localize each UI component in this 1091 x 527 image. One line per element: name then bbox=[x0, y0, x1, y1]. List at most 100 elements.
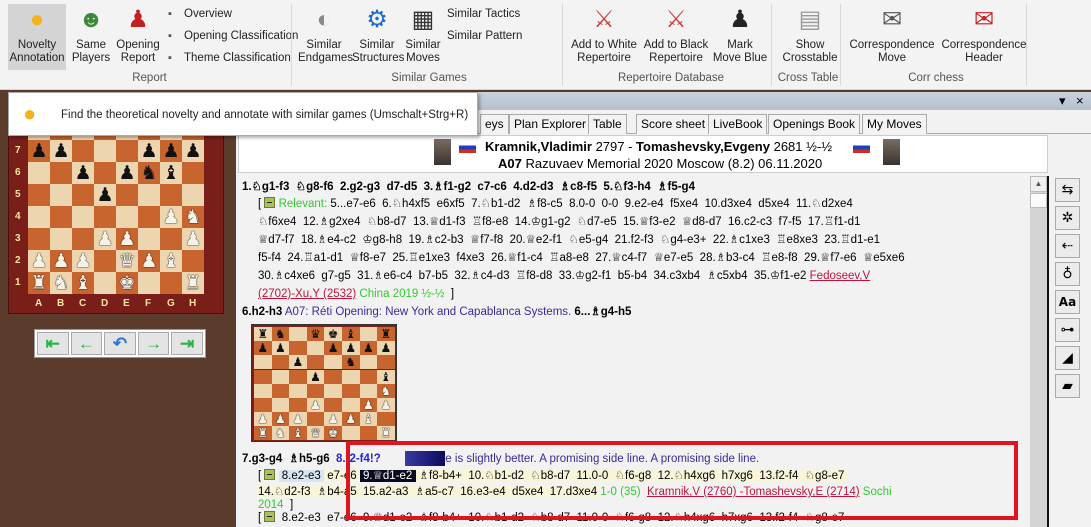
square[interactable] bbox=[254, 383, 272, 398]
white-pawn-icon[interactable]: ♟ bbox=[160, 206, 182, 228]
ribbon-button-show-crosstable[interactable]: ▤ Show Crosstable bbox=[778, 4, 842, 70]
selected-move[interactable]: 9.♕d1-e2 bbox=[359, 470, 416, 482]
black-rook-icon[interactable]: ♜ bbox=[254, 327, 272, 341]
square[interactable] bbox=[116, 206, 138, 228]
square[interactable] bbox=[116, 184, 138, 206]
square[interactable] bbox=[160, 272, 182, 294]
square[interactable] bbox=[359, 327, 378, 341]
tab-score-sheet[interactable]: Score sheet bbox=[636, 114, 711, 134]
square[interactable] bbox=[28, 206, 50, 228]
black-pawn-icon[interactable]: ♟ bbox=[160, 140, 182, 162]
tab-openings-book[interactable]: Openings Book bbox=[768, 114, 861, 134]
annotation-icon[interactable]: ♁ bbox=[1055, 262, 1080, 286]
ribbon-item-theme-classification[interactable]: ▪ Theme Classification bbox=[168, 52, 291, 64]
white-pawn-icon[interactable]: ♟ bbox=[182, 228, 204, 250]
square[interactable] bbox=[306, 355, 325, 370]
move-text[interactable]: 30.♗c4xe6 g7-g5 31.♗e6-c4 b7-b5 32.♗c4-d… bbox=[258, 270, 810, 282]
square[interactable] bbox=[324, 398, 342, 412]
square[interactable] bbox=[138, 184, 160, 206]
move-text[interactable]: 1.♘g1-f3 ♘g8-f6 2.g2-g3 d7-d5 3.♗f1-g2 c… bbox=[242, 181, 695, 193]
black-pawn-icon[interactable]: ♟ bbox=[359, 341, 378, 356]
tree-icon[interactable]: ⊶ bbox=[1055, 318, 1080, 342]
move-text[interactable]: ♘f6xe4 12.♗g2xe4 ♘b8-d7 13.♕d1-f3 ♖f8-e8… bbox=[258, 216, 860, 228]
collapse-icon[interactable] bbox=[264, 511, 276, 522]
black-pawn-icon[interactable]: ♟ bbox=[138, 140, 160, 162]
square[interactable] bbox=[289, 383, 307, 398]
white-pawn-icon[interactable]: ♟ bbox=[342, 412, 360, 427]
white-pawn-icon[interactable]: ♟ bbox=[28, 250, 50, 272]
black-knight-icon[interactable]: ♞ bbox=[342, 355, 360, 370]
white-pawn-icon[interactable]: ♟ bbox=[116, 228, 138, 250]
square[interactable] bbox=[271, 369, 290, 384]
ribbon-button-novelty-annotation[interactable]: ● Novelty Annotation bbox=[8, 4, 66, 70]
white-knight-icon[interactable]: ♞ bbox=[271, 426, 290, 441]
square[interactable] bbox=[138, 272, 160, 294]
white-pawn-icon[interactable]: ♟ bbox=[271, 412, 290, 427]
black-pawn-icon[interactable]: ♟ bbox=[377, 341, 395, 356]
move-text[interactable]: 5...e7-e6 6.♘h4xf5 e6xf5 7.♘b1-d2 ♗f8-c5… bbox=[327, 198, 852, 210]
square[interactable] bbox=[28, 162, 50, 184]
square[interactable] bbox=[377, 412, 395, 427]
white-pawn-icon[interactable]: ♟ bbox=[377, 398, 395, 412]
square[interactable] bbox=[28, 184, 50, 206]
text-icon[interactable]: Aa bbox=[1055, 290, 1080, 314]
square[interactable] bbox=[254, 398, 272, 412]
square[interactable] bbox=[254, 369, 272, 384]
square[interactable] bbox=[182, 250, 204, 272]
ribbon-item-similar-tactics[interactable]: Similar Tactics bbox=[447, 8, 520, 20]
square[interactable] bbox=[50, 184, 72, 206]
forward-button[interactable]: → bbox=[137, 332, 170, 355]
white-bishop-icon[interactable]: ♝ bbox=[72, 272, 94, 294]
white-pawn-icon[interactable]: ♟ bbox=[94, 228, 116, 250]
black-pawn-icon[interactable]: ♟ bbox=[94, 184, 116, 206]
white-knight-icon[interactable]: ♞ bbox=[50, 272, 72, 294]
black-pawn-icon[interactable]: ♟ bbox=[50, 140, 72, 162]
square[interactable] bbox=[138, 228, 160, 250]
white-king-icon[interactable]: ♚ bbox=[116, 272, 138, 294]
square[interactable] bbox=[342, 369, 360, 384]
move-text[interactable]: ] bbox=[444, 288, 454, 300]
move-text[interactable]: 8.f2-f4!? bbox=[333, 453, 381, 465]
ribbon-item-opening-classification[interactable]: ▪ Opening Classification bbox=[168, 30, 298, 42]
last-move-button[interactable]: ⇥ bbox=[171, 332, 203, 355]
white-rook-icon[interactable]: ♜ bbox=[254, 426, 272, 441]
ribbon-button-correspondence-move[interactable]: ✉ Correspondence Move bbox=[848, 4, 936, 70]
black-pawn-icon[interactable]: ♟ bbox=[182, 140, 204, 162]
ribbon-item-similar-pattern[interactable]: Similar Pattern bbox=[447, 30, 522, 42]
game-link[interactable]: Fedoseev,V bbox=[810, 270, 871, 282]
square[interactable] bbox=[377, 355, 395, 370]
square[interactable] bbox=[306, 412, 325, 427]
ribbon-button-similar-structures[interactable]: ⚙ Similar Structures bbox=[352, 4, 404, 70]
square[interactable] bbox=[306, 383, 325, 398]
white-pawn-icon[interactable]: ♟ bbox=[306, 398, 325, 412]
square[interactable] bbox=[359, 355, 378, 370]
ribbon-button-mark-move-blue[interactable]: ♟ Mark Move Blue bbox=[710, 4, 770, 70]
move-text[interactable]: 6...♗g4-h5 bbox=[571, 306, 631, 318]
white-bishop-icon[interactable]: ♝ bbox=[160, 250, 182, 272]
ribbon-button-opening-report[interactable]: ♟ Opening Report bbox=[111, 4, 165, 70]
white-queen-icon[interactable]: ♛ bbox=[116, 250, 138, 272]
square[interactable] bbox=[50, 162, 72, 184]
collapse-icon[interactable] bbox=[264, 197, 276, 208]
move-text[interactable]: ♗f8-b4+ 10.♘b1-d2 ♘b8-d7 11.0-0 ♘f6-g8 1… bbox=[415, 470, 848, 482]
ribbon-button-add-to-white-repertoire[interactable]: ⚔ Add to White Repertoire bbox=[568, 4, 640, 70]
arrow-icon[interactable]: ⇠ bbox=[1055, 234, 1080, 258]
panel-close-button[interactable]: × bbox=[1076, 93, 1084, 108]
square[interactable] bbox=[182, 162, 204, 184]
back-button[interactable]: ← bbox=[70, 332, 103, 355]
black-knight-icon[interactable]: ♞ bbox=[271, 327, 290, 341]
white-pawn-icon[interactable]: ♟ bbox=[289, 412, 307, 427]
tab-my-moves[interactable]: My Moves bbox=[862, 114, 927, 134]
square[interactable] bbox=[94, 206, 116, 228]
ribbon-button-same-players[interactable]: ☻ Same Players bbox=[70, 4, 112, 70]
takeback-button[interactable]: ↶ bbox=[104, 332, 136, 355]
collapse-icon[interactable] bbox=[264, 469, 276, 480]
square[interactable] bbox=[289, 327, 307, 341]
white-knight-icon[interactable]: ♞ bbox=[377, 383, 395, 398]
scroll-thumb[interactable] bbox=[1030, 193, 1047, 208]
square[interactable] bbox=[138, 206, 160, 228]
eraser-icon[interactable]: ▰ bbox=[1055, 374, 1080, 398]
white-pawn-icon[interactable]: ♟ bbox=[72, 250, 94, 272]
square[interactable] bbox=[94, 250, 116, 272]
square[interactable] bbox=[94, 140, 116, 162]
